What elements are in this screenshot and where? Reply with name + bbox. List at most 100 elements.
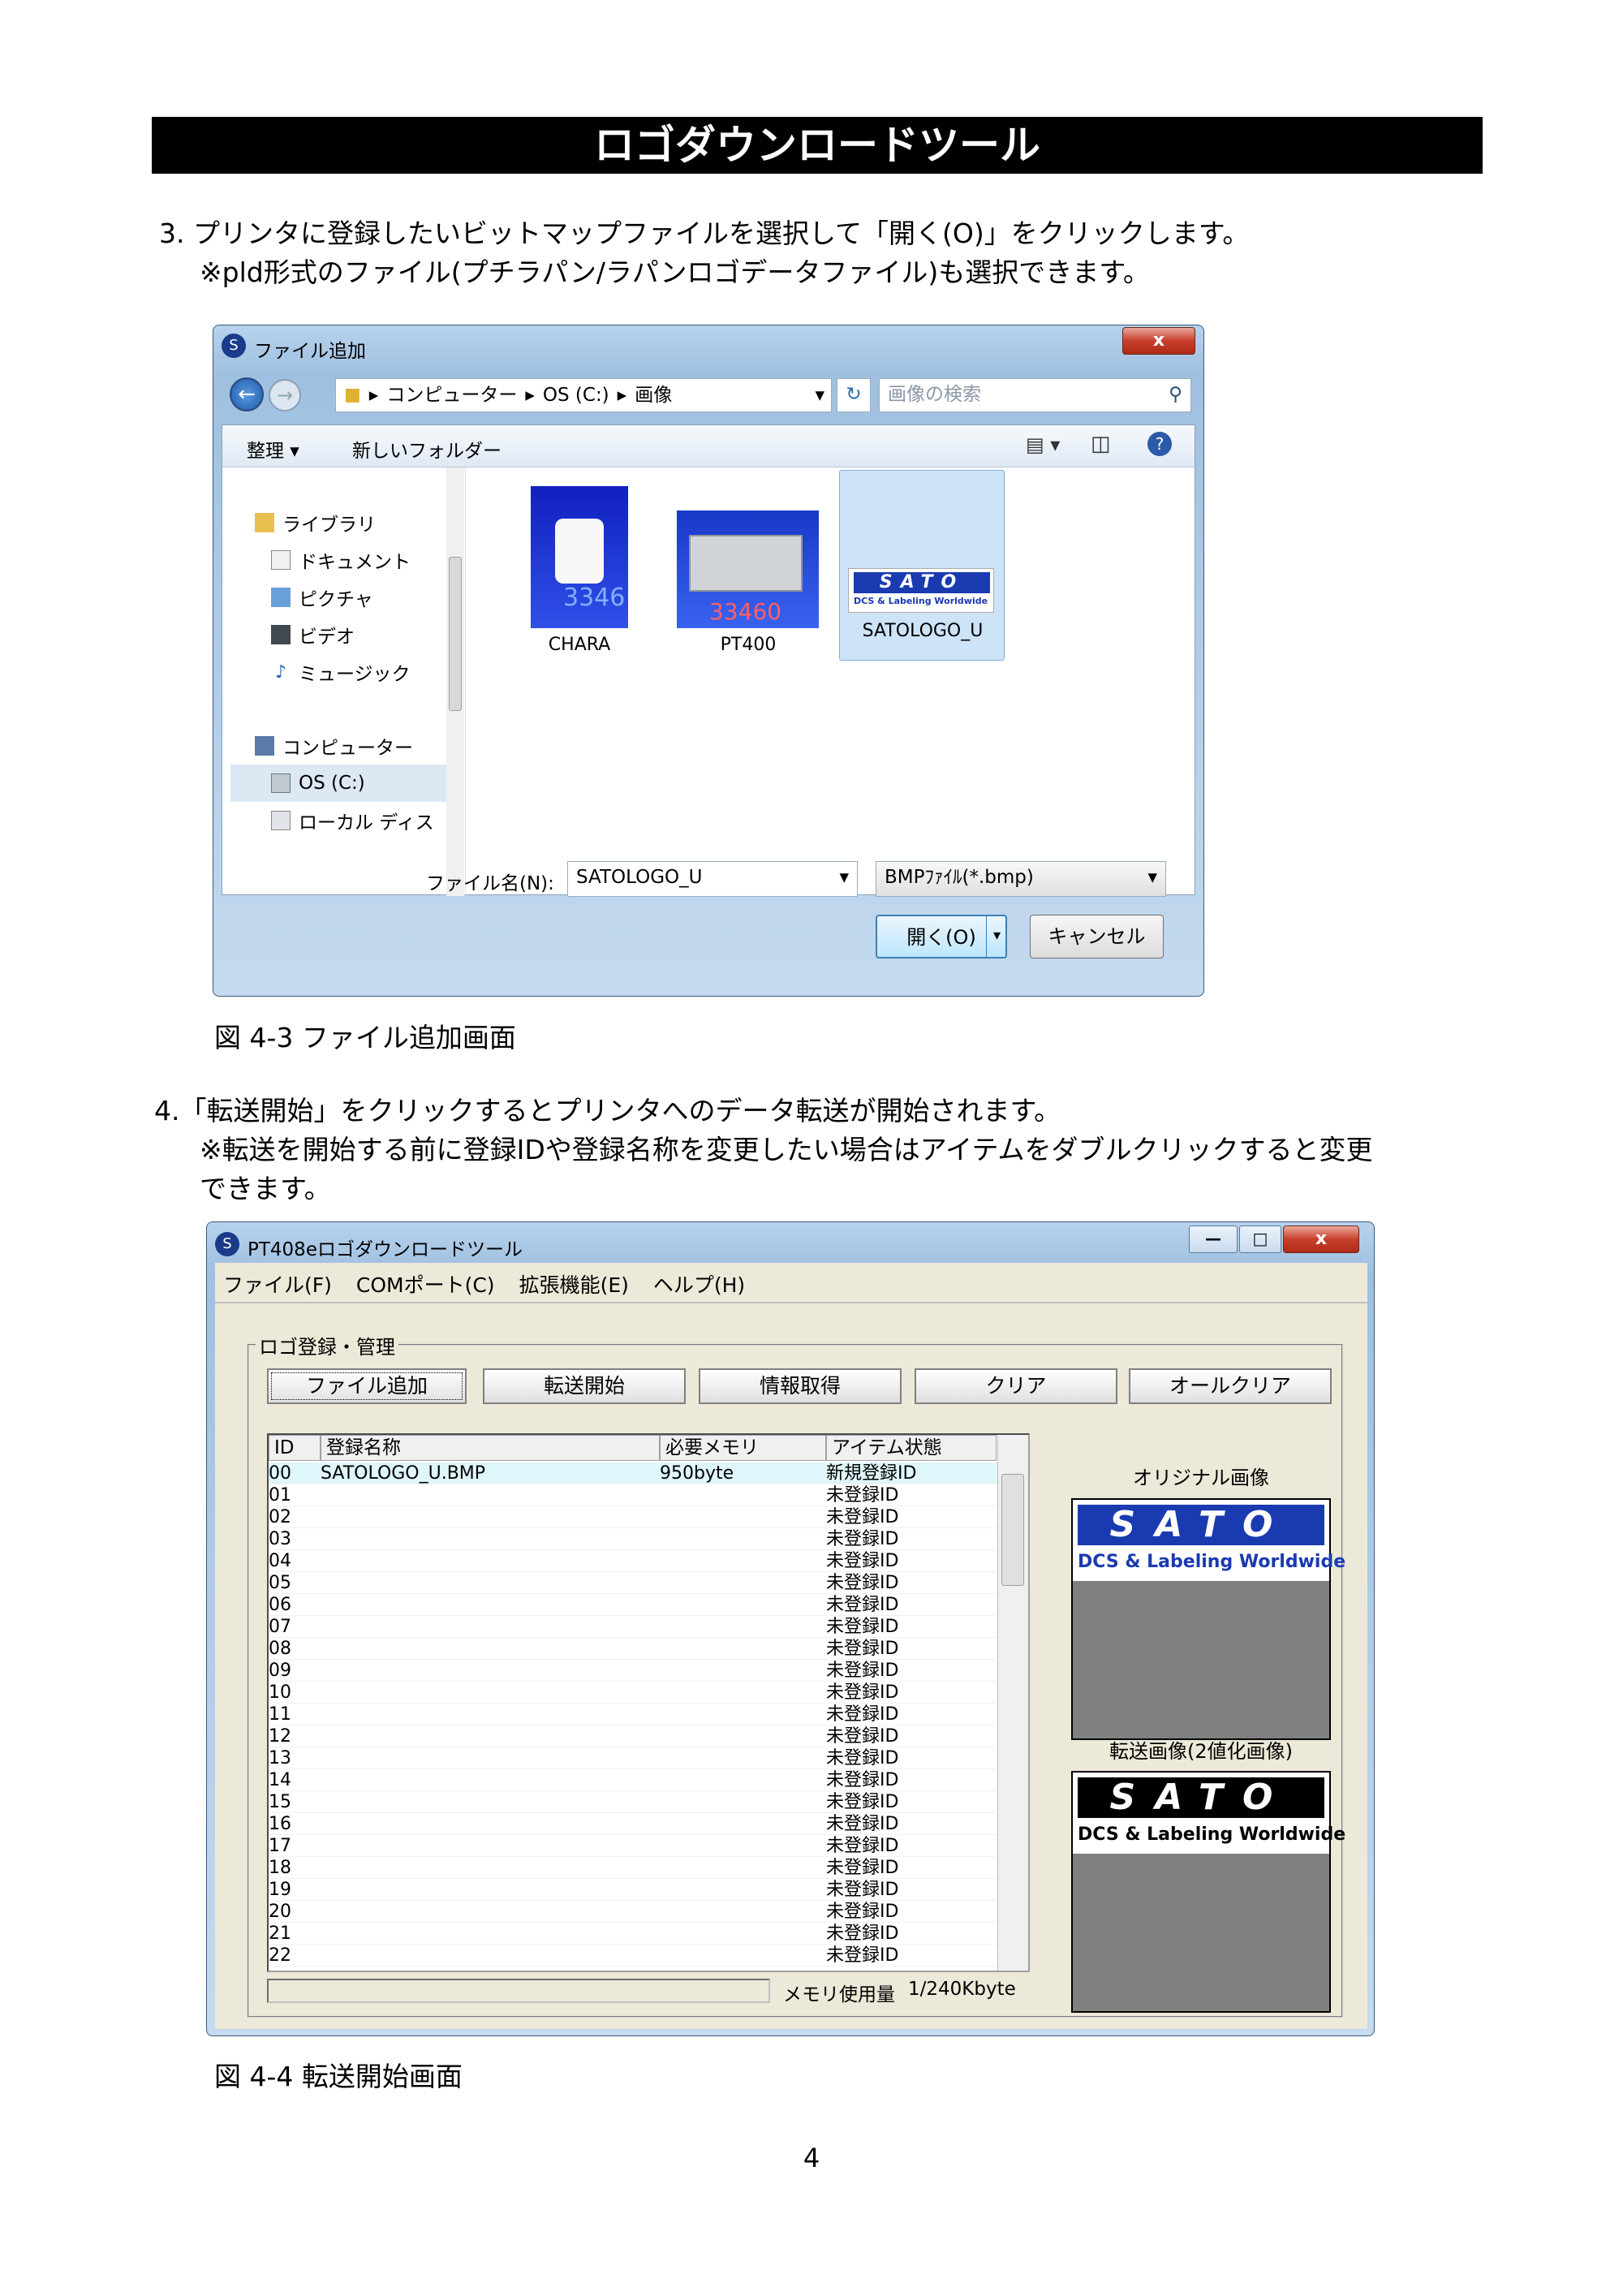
search-input[interactable]: 画像の検索 ⚲ [879, 378, 1191, 412]
cell-memory [660, 1791, 826, 1812]
sidebar-item-pictures[interactable]: ピクチャ [271, 579, 373, 616]
scrollbar-thumb[interactable] [449, 557, 462, 711]
scrollbar-thumb[interactable] [1001, 1474, 1024, 1586]
table-row[interactable]: 19 未登録ID [269, 1879, 997, 1901]
sidebar-item-computer[interactable]: コンピューター [255, 727, 413, 765]
file-type-select[interactable]: BMPﾌｧｲﾙ(*.bmp) ▾ [876, 861, 1166, 897]
table-row[interactable]: 22 未登録ID [269, 1945, 997, 1966]
chevron-down-icon[interactable]: ▾ [839, 862, 849, 893]
sidebar-scrollbar[interactable] [446, 467, 464, 896]
logo-list[interactable]: ID 登録名称 必要メモリ アイテム状態 00 SATOLOGO_U.BMP 950… [267, 1433, 1030, 1972]
preview-pane-icon[interactable]: ◫ [1091, 432, 1111, 456]
cell-status: 未登録ID [826, 1485, 899, 1506]
breadcrumb-images[interactable]: 画像 [635, 380, 672, 411]
breadcrumb-drive[interactable]: OS (C:) [543, 380, 609, 411]
menu-extensions[interactable]: 拡張機能(E) [519, 1269, 629, 1299]
open-dropdown-icon[interactable]: ▾ [986, 915, 1007, 958]
cell-name [321, 1879, 660, 1900]
logo-download-tool-window: S PT408eロゴダウンロードツール — □ x ファイル(F) COMポート… [206, 1221, 1375, 2036]
get-info-button[interactable]: 情報取得 [699, 1368, 902, 1404]
table-row[interactable]: 03 未登録ID [269, 1528, 997, 1550]
column-header-memory[interactable]: 必要メモリ [660, 1435, 826, 1461]
file-item-satologo-selected[interactable]: SATO DCS & Labeling Worldwide SATOLOGO_U [839, 470, 1005, 661]
window-title: PT408eロゴダウンロードツール [248, 1239, 523, 1260]
file-thumbnail-chara[interactable]: 3346 [531, 486, 628, 628]
original-image-label: オリジナル画像 [1133, 1467, 1269, 1489]
table-row[interactable]: 10 未登録ID [269, 1682, 997, 1704]
table-row[interactable]: 13 未登録ID [269, 1747, 997, 1769]
sidebar-item-local-disk[interactable]: ローカル ディス [271, 802, 434, 839]
table-row[interactable]: 15 未登録ID [269, 1791, 997, 1813]
cell-memory [660, 1879, 826, 1900]
cell-memory: 950byte [660, 1463, 734, 1484]
cell-memory [660, 1484, 826, 1506]
chevron-down-icon[interactable]: ▾ [815, 380, 831, 411]
close-button[interactable]: x [1283, 1226, 1359, 1253]
sidebar-item-documents[interactable]: ドキュメント [271, 541, 411, 579]
filename-input[interactable]: SATOLOGO_U ▾ [567, 861, 858, 897]
table-row[interactable]: 14 未登録ID [269, 1769, 997, 1791]
column-header-status[interactable]: アイテム状態 [826, 1435, 997, 1461]
chevron-down-icon[interactable]: ▾ [1147, 862, 1157, 893]
column-header-id[interactable]: ID [269, 1435, 321, 1461]
table-row[interactable]: 20 未登録ID [269, 1901, 997, 1923]
file-thumbnail-pt400[interactable]: 33460 [677, 510, 819, 628]
breadcrumb-computer[interactable]: コンピューター [386, 380, 517, 411]
back-button[interactable]: ← [230, 377, 264, 411]
list-scrollbar[interactable] [997, 1435, 1028, 1971]
clear-button[interactable]: クリア [915, 1368, 1117, 1404]
folder-icon: ■ [344, 385, 361, 405]
table-row[interactable]: 04 未登録ID [269, 1550, 997, 1572]
cell-name [321, 1484, 660, 1506]
minimize-button[interactable]: — [1189, 1226, 1238, 1253]
sidebar-item-music[interactable]: ♪ ミュージック [271, 653, 411, 691]
table-row[interactable]: 02 未登録ID [269, 1506, 997, 1528]
forward-button[interactable]: → [269, 379, 301, 411]
table-row[interactable]: 18 未登録ID [269, 1857, 997, 1879]
memory-usage: メモリ使用量 1/240Kbyte [783, 1979, 1016, 2006]
maximize-button[interactable]: □ [1239, 1226, 1281, 1253]
table-row[interactable]: 05 未登録ID [269, 1572, 997, 1594]
table-row[interactable]: 12 未登録ID [269, 1725, 997, 1747]
all-clear-button[interactable]: オールクリア [1129, 1368, 1332, 1404]
sidebar-item-library[interactable]: ライブラリ [255, 504, 376, 541]
file-name-pt400: PT400 [720, 635, 777, 655]
sato-logo-original: SATO DCS & Labeling Worldwide [1073, 1500, 1345, 1581]
sidebar-item-os-drive[interactable]: OS (C:) [230, 765, 456, 802]
column-header-name[interactable]: 登録名称 [321, 1435, 660, 1461]
table-row[interactable]: 08 未登録ID [269, 1638, 997, 1660]
cell-id: 17 [269, 1836, 291, 1856]
new-folder-button[interactable]: 新しいフォルダー [352, 435, 502, 463]
refresh-icon[interactable]: ↻ [837, 378, 871, 412]
menu-help[interactable]: ヘルプ(H) [653, 1269, 745, 1299]
cell-id: 12 [269, 1726, 291, 1747]
cell-memory [660, 1813, 826, 1834]
table-row[interactable]: 16 未登録ID [269, 1813, 997, 1835]
menu-file[interactable]: ファイル(F) [223, 1269, 332, 1299]
cell-status: 未登録ID [826, 1836, 899, 1856]
table-row[interactable]: 11 未登録ID [269, 1704, 997, 1725]
organize-menu[interactable]: 整理 ▾ [247, 435, 299, 463]
table-row[interactable]: 21 未登録ID [269, 1923, 997, 1945]
table-row[interactable]: 00 SATOLOGO_U.BMP 950byte 新規登録ID [269, 1462, 997, 1484]
help-icon[interactable]: ? [1147, 432, 1172, 456]
table-row[interactable]: 09 未登録ID [269, 1660, 997, 1682]
start-transfer-button[interactable]: 転送開始 [483, 1368, 686, 1404]
cell-memory [660, 1638, 826, 1659]
sidebar-item-videos[interactable]: ビデオ [271, 616, 355, 653]
add-file-button[interactable]: ファイル追加 [267, 1368, 467, 1404]
cell-status: 未登録ID [826, 1858, 899, 1878]
table-row[interactable]: 06 未登録ID [269, 1594, 997, 1616]
cancel-button[interactable]: キャンセル [1030, 915, 1164, 958]
cell-id: 09 [269, 1661, 291, 1681]
view-icon[interactable]: ▤ ▾ [1026, 433, 1060, 456]
cell-memory [660, 1725, 826, 1747]
table-row[interactable]: 17 未登録ID [269, 1835, 997, 1857]
menu-com-port[interactable]: COMポート(C) [356, 1269, 495, 1299]
table-row[interactable]: 07 未登録ID [269, 1616, 997, 1638]
cell-name [321, 1857, 660, 1878]
close-button[interactable]: x [1122, 327, 1195, 355]
address-bar[interactable]: ■ ▸ コンピューター ▸ OS (C:) ▸ 画像 ▾ [335, 378, 832, 412]
file-thumbnail-satologo: SATO DCS & Labeling Worldwide [848, 568, 994, 613]
table-row[interactable]: 01 未登録ID [269, 1484, 997, 1506]
